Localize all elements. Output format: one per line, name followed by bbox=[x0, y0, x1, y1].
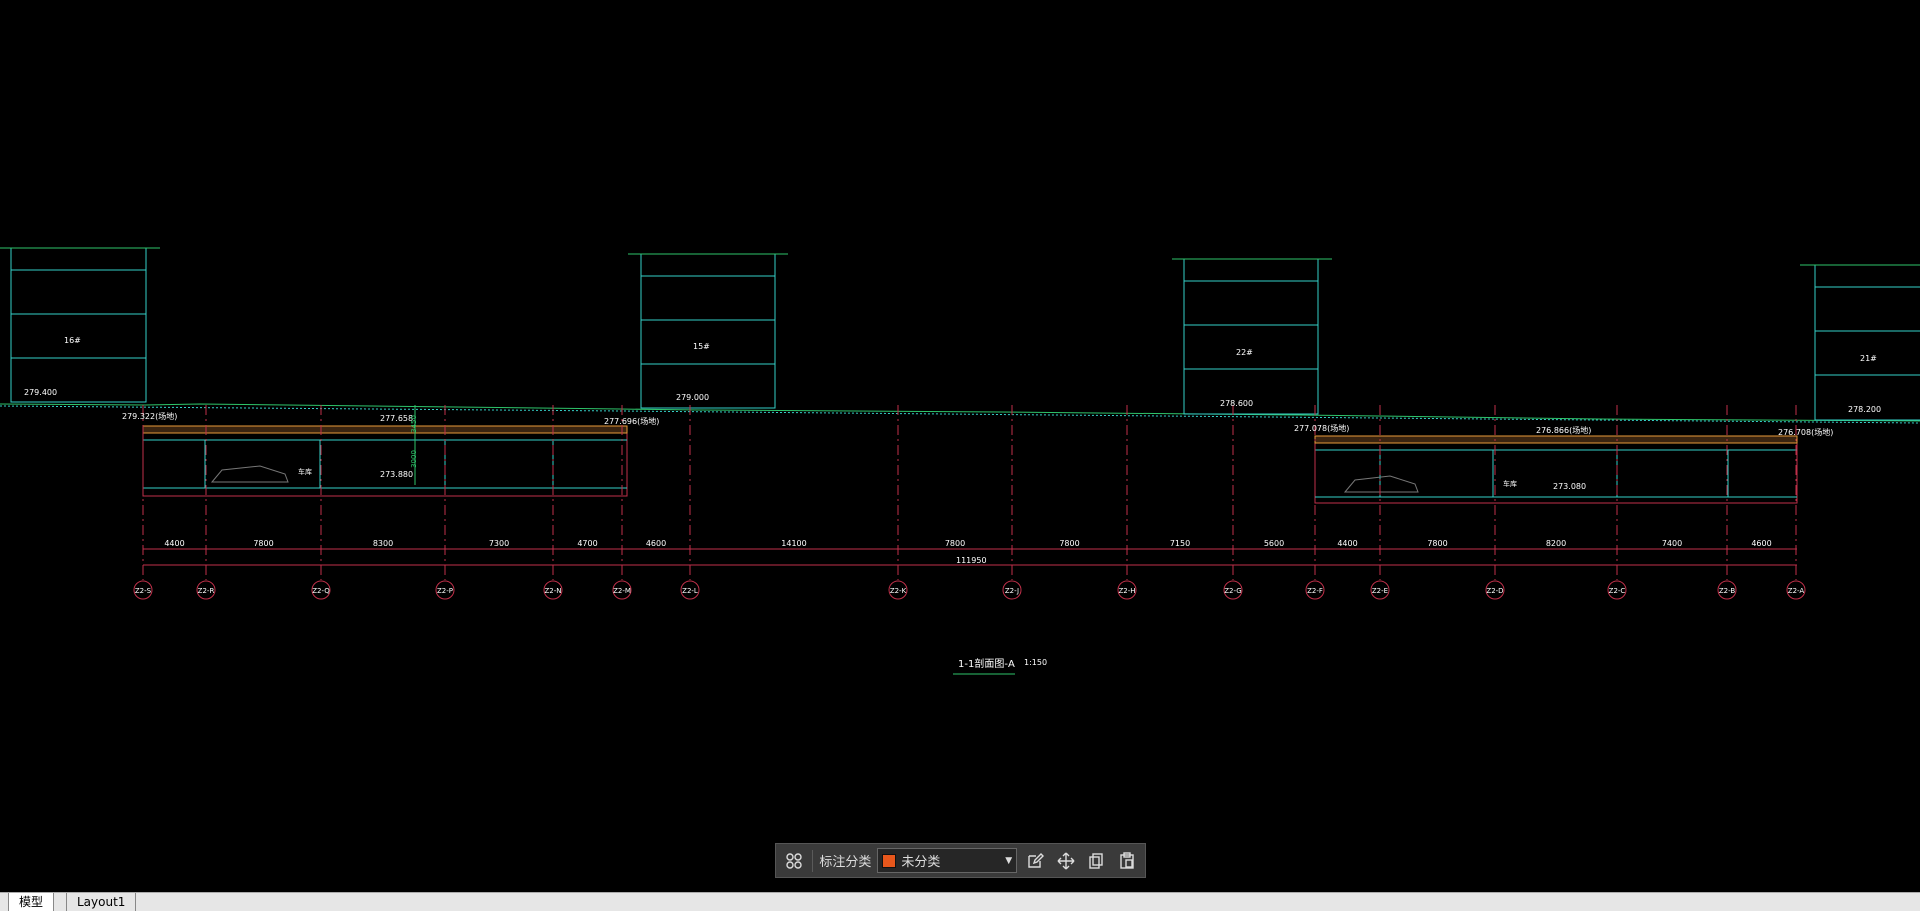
elevation-21: 278.200 bbox=[1848, 405, 1882, 414]
elev-right-roof: 276.866(场地) bbox=[1536, 426, 1592, 435]
elev-left-top-right: 277.696(场地) bbox=[604, 417, 660, 426]
building-label-16: 16# bbox=[64, 336, 81, 345]
span-label: 7800 bbox=[1059, 539, 1079, 548]
elevation-16: 279.400 bbox=[24, 388, 58, 397]
toolbar-separator bbox=[812, 849, 814, 872]
elev-right-top-left: 277.078(场地) bbox=[1294, 424, 1350, 433]
axis-label: Z2-G bbox=[1224, 587, 1241, 595]
span-label: 7300 bbox=[489, 539, 509, 548]
annotation-toolbar: 标注分类 未分类 ▼ bbox=[775, 843, 1146, 878]
axis-label: Z2-C bbox=[1609, 587, 1626, 595]
elev-right-top-right: 276.708(场地) bbox=[1778, 428, 1834, 437]
axis-label: Z2-P bbox=[437, 587, 453, 595]
elevation-15: 279.000 bbox=[676, 393, 710, 402]
tab-model[interactable]: 模型 bbox=[8, 893, 55, 911]
span-label: 4700 bbox=[577, 539, 597, 548]
span-label: 8300 bbox=[373, 539, 393, 548]
chevron-down-icon: ▼ bbox=[1005, 855, 1013, 866]
span-label: 8200 bbox=[1546, 539, 1566, 548]
axis-label: Z2-K bbox=[890, 587, 907, 595]
axis-label: Z2-N bbox=[544, 587, 561, 595]
copy-icon[interactable] bbox=[1084, 848, 1108, 874]
grid-icon[interactable] bbox=[782, 848, 806, 874]
building-label-21: 21# bbox=[1860, 354, 1877, 363]
span-label: 7150 bbox=[1170, 539, 1190, 548]
axis-label: Z2-Q bbox=[312, 587, 330, 595]
elev-left-top-left: 279.322(场地) bbox=[122, 412, 178, 421]
ground-line bbox=[0, 403, 1920, 422]
span-label: 7800 bbox=[253, 539, 273, 548]
axis-label: Z2-H bbox=[1118, 587, 1135, 595]
room-left: 车库 bbox=[298, 468, 312, 476]
move-icon[interactable] bbox=[1054, 848, 1078, 874]
axis-label: Z2-J bbox=[1005, 587, 1019, 595]
axis-label: Z2-A bbox=[1788, 587, 1805, 595]
building-label-15: 15# bbox=[693, 342, 710, 351]
drawing-title: 1-1剖面图-A bbox=[958, 659, 1015, 670]
axis-label: Z2-L bbox=[682, 587, 698, 595]
tab-layout1[interactable]: Layout1 bbox=[66, 893, 137, 911]
building-21 bbox=[1800, 264, 1920, 421]
span-label: 4400 bbox=[1337, 539, 1357, 548]
span-label: 4600 bbox=[646, 539, 666, 548]
section-drawing: Z2-S Z2-R Z2-Q Z2-P Z2-N Z2-M Z2-L Z2-K Z2-J Z2-H… bbox=[0, 247, 1920, 675]
span-label: 7800 bbox=[945, 539, 965, 548]
layout-tab-bar: 模型 Layout1 bbox=[0, 892, 1920, 911]
elev-left-floor: 273.880 bbox=[380, 470, 414, 479]
axis-label: Z2-E bbox=[1372, 587, 1388, 595]
axis-label: Z2-B bbox=[1719, 587, 1736, 595]
building-label-22: 22# bbox=[1236, 348, 1253, 357]
span-label: 4600 bbox=[1751, 539, 1771, 548]
drawing-canvas[interactable]: Z2-S Z2-R Z2-Q Z2-P Z2-N Z2-M Z2-L Z2-K Z2-J Z2-H… bbox=[0, 0, 1920, 892]
axis-label: Z2-S bbox=[135, 587, 152, 595]
drawing-scale: 1:150 bbox=[1024, 658, 1048, 667]
total-span-label: 111950 bbox=[956, 556, 987, 565]
garage-right bbox=[1314, 435, 1798, 504]
ground-line-2 bbox=[0, 405, 1920, 424]
span-label: 5600 bbox=[1264, 539, 1284, 548]
axis-label: Z2-F bbox=[1307, 587, 1323, 595]
span-label: 7400 bbox=[1662, 539, 1682, 548]
paste-icon[interactable] bbox=[1115, 848, 1139, 874]
building-15 bbox=[628, 253, 788, 409]
span-label: 4400 bbox=[164, 539, 184, 548]
building-16 bbox=[0, 247, 160, 403]
elev-right-floor: 273.080 bbox=[1553, 482, 1587, 491]
span-label: 7800 bbox=[1427, 539, 1447, 548]
axis-label: Z2-R bbox=[198, 587, 215, 595]
category-select-value: 未分类 bbox=[901, 855, 941, 870]
span-label: 14100 bbox=[781, 539, 806, 548]
axis-label: Z2-D bbox=[1486, 587, 1503, 595]
vertical-dim: 3000 bbox=[409, 450, 418, 468]
category-label: 标注分类 bbox=[819, 855, 872, 870]
axis-label: Z2-M bbox=[613, 587, 631, 595]
building-22 bbox=[1172, 258, 1332, 415]
category-color-swatch bbox=[882, 853, 897, 868]
elev-left-roof: 277.658 bbox=[380, 414, 414, 423]
edit-icon[interactable] bbox=[1023, 848, 1047, 874]
category-select[interactable]: 未分类 ▼ bbox=[877, 848, 1018, 873]
elevation-22: 278.600 bbox=[1220, 399, 1254, 408]
vertical-dim-2: 3450 bbox=[409, 415, 418, 433]
room-right: 车库 bbox=[1503, 480, 1517, 488]
